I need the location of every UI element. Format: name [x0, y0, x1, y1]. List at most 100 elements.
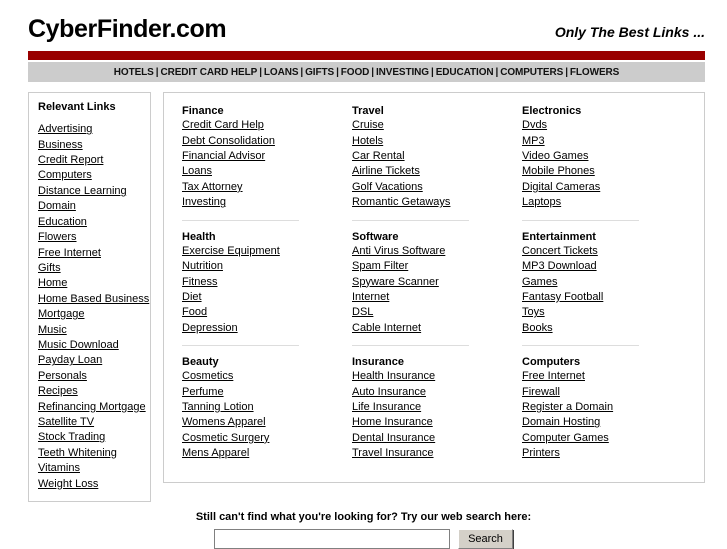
sidebar-link[interactable]: Credit Report [38, 153, 141, 168]
directory-group: Beauty Cosmetics Perfume Tanning Lotion Wome… [182, 356, 344, 461]
directory-link[interactable]: Computer Games [522, 431, 684, 446]
directory-link[interactable]: Travel Insurance [352, 446, 514, 461]
directory-link[interactable]: Digital Cameras [522, 180, 684, 195]
top-nav-item[interactable]: INVESTING [376, 67, 429, 78]
directory-link[interactable]: Exercise Equipment [182, 244, 344, 259]
sidebar-link[interactable]: Computers [38, 168, 141, 183]
sidebar-link[interactable]: Personals [38, 369, 141, 384]
directory-link[interactable]: Firewall [522, 385, 684, 400]
search-input[interactable] [214, 529, 451, 549]
top-nav-item[interactable]: EDUCATION [436, 67, 494, 78]
content-area: Relevant Links Advertising Business Credit… [28, 92, 705, 502]
search-button[interactable]: Search [458, 529, 513, 549]
sidebar-link[interactable]: Music Download [38, 338, 141, 353]
directory-link[interactable]: Anti Virus Software [352, 244, 514, 259]
directory-link[interactable]: DSL [352, 305, 514, 320]
sidebar-link[interactable]: Mortgage [38, 307, 141, 322]
directory-link[interactable]: Register a Domain [522, 400, 684, 415]
directory-link[interactable]: Financial Advisor [182, 149, 344, 164]
group-separator [182, 219, 299, 221]
directory-link[interactable]: Tanning Lotion [182, 400, 344, 415]
directory-link[interactable]: Food [182, 305, 344, 320]
top-nav-item[interactable]: FOOD [341, 67, 370, 78]
directory-link[interactable]: Hotels [352, 134, 514, 149]
directory-link[interactable]: MP3 [522, 134, 684, 149]
relevant-links-panel: Relevant Links Advertising Business Credit… [28, 92, 151, 502]
top-nav-separator: | [336, 66, 339, 78]
directory-link[interactable]: Home Insurance [352, 415, 514, 430]
directory-link[interactable]: Spyware Scanner [352, 275, 514, 290]
sidebar-link[interactable]: Gifts [38, 261, 141, 276]
directory-link[interactable]: Books [522, 321, 684, 336]
sidebar-link[interactable]: Education [38, 215, 141, 230]
directory-link[interactable]: Free Internet [522, 369, 684, 384]
directory-link[interactable]: Romantic Getaways [352, 195, 514, 210]
sidebar-link[interactable]: Business [38, 138, 141, 153]
directory-link[interactable]: Health Insurance [352, 369, 514, 384]
directory-link[interactable]: Tax Attorney [182, 180, 344, 195]
site-logo: CyberFinder.com [28, 15, 227, 43]
directory-link[interactable]: Depression [182, 321, 344, 336]
sidebar-link[interactable]: Stock Trading [38, 430, 141, 445]
directory-link[interactable]: Fantasy Football [522, 290, 684, 305]
directory-link[interactable]: Diet [182, 290, 344, 305]
directory-link[interactable]: Video Games [522, 149, 684, 164]
top-navigation-items: HOTELS | CREDIT CARD HELP | LOANS | GIFTS | FOOD… [114, 66, 620, 78]
sidebar-link[interactable]: Music [38, 323, 141, 338]
directory-link[interactable]: Mens Apparel [182, 446, 344, 461]
directory-link[interactable]: Printers [522, 446, 684, 461]
sidebar-link[interactable]: Satellite TV [38, 415, 141, 430]
group-separator [182, 345, 299, 347]
directory-link[interactable]: Games [522, 275, 684, 290]
sidebar-link[interactable]: Flowers [38, 230, 141, 245]
sidebar-link[interactable]: Free Internet [38, 246, 141, 261]
top-nav-item[interactable]: FLOWERS [570, 67, 619, 78]
directory-link[interactable]: Airline Tickets [352, 164, 514, 179]
directory-link[interactable]: Life Insurance [352, 400, 514, 415]
sidebar-link[interactable]: Distance Learning [38, 184, 141, 199]
top-nav-item[interactable]: CREDIT CARD HELP [160, 67, 257, 78]
top-nav-item[interactable]: GIFTS [305, 67, 334, 78]
directory-link[interactable]: Concert Tickets [522, 244, 684, 259]
sidebar-link[interactable]: Home [38, 276, 141, 291]
top-nav-item[interactable]: HOTELS [114, 67, 154, 78]
directory-link[interactable]: Cosmetic Surgery [182, 431, 344, 446]
sidebar-link[interactable]: Vitamins [38, 461, 141, 476]
directory-link[interactable]: Cable Internet [352, 321, 514, 336]
directory-link[interactable]: Fitness [182, 275, 344, 290]
directory-link[interactable]: Laptops [522, 195, 684, 210]
directory-link[interactable]: Womens Apparel [182, 415, 344, 430]
directory-link[interactable]: Internet [352, 290, 514, 305]
directory-column: Finance Credit Card Help Debt Consolidatio… [178, 105, 352, 470]
directory-link[interactable]: Debt Consolidation [182, 134, 344, 149]
directory-link[interactable]: Perfume [182, 385, 344, 400]
red-accent-bar [28, 51, 705, 61]
sidebar-link[interactable]: Home Based Business [38, 292, 149, 307]
directory-link[interactable]: Domain Hosting [522, 415, 684, 430]
directory-link[interactable]: Loans [182, 164, 344, 179]
directory-link[interactable]: Dvds [522, 118, 684, 133]
directory-link[interactable]: MP3 Download [522, 259, 684, 274]
directory-link[interactable]: Golf Vacations [352, 180, 514, 195]
top-nav-item[interactable]: COMPUTERS [500, 67, 563, 78]
directory-link[interactable]: Spam Filter [352, 259, 514, 274]
relevant-links-title: Relevant Links [38, 101, 116, 114]
directory-link[interactable]: Car Rental [352, 149, 514, 164]
sidebar-link[interactable]: Domain [38, 199, 141, 214]
directory-link[interactable]: Mobile Phones [522, 164, 684, 179]
sidebar-link[interactable]: Refinancing Mortgage [38, 400, 146, 415]
sidebar-link[interactable]: Recipes [38, 384, 141, 399]
directory-link[interactable]: Dental Insurance [352, 431, 514, 446]
directory-link[interactable]: Nutrition [182, 259, 344, 274]
top-nav-item[interactable]: LOANS [264, 67, 299, 78]
directory-link[interactable]: Investing [182, 195, 344, 210]
sidebar-link[interactable]: Weight Loss [38, 477, 141, 492]
directory-link[interactable]: Toys [522, 305, 684, 320]
directory-link[interactable]: Auto Insurance [352, 385, 514, 400]
sidebar-link[interactable]: Advertising [38, 122, 141, 137]
sidebar-link[interactable]: Teeth Whitening [38, 446, 141, 461]
sidebar-link[interactable]: Payday Loan [38, 353, 141, 368]
directory-link[interactable]: Cruise [352, 118, 514, 133]
directory-link[interactable]: Cosmetics [182, 369, 344, 384]
directory-link[interactable]: Credit Card Help [182, 118, 344, 133]
